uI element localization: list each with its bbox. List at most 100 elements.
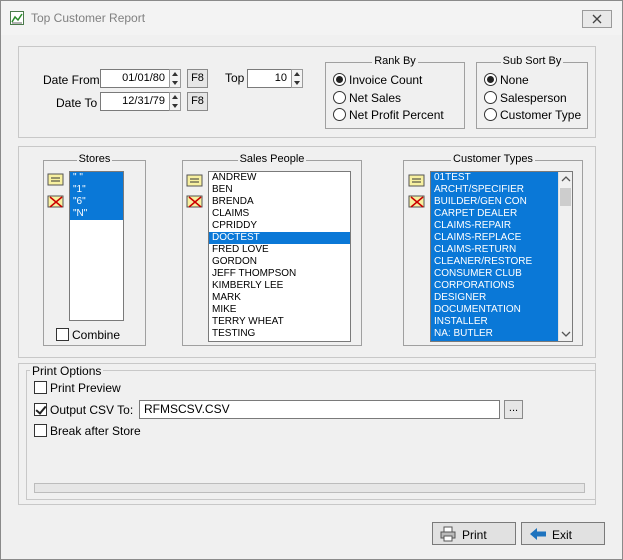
rank-net-sales-radio[interactable] [333, 91, 346, 104]
list-item[interactable]: MARK [209, 292, 350, 304]
customer-types-title: Customer Types [451, 153, 535, 165]
list-item[interactable]: JEFF THOMPSON [209, 268, 350, 280]
sort-salesperson-label[interactable]: Salesperson [500, 91, 567, 105]
scroll-thumb[interactable] [560, 188, 571, 206]
list-item[interactable]: "6" [70, 196, 123, 208]
sort-none-radio[interactable] [484, 73, 497, 86]
list-item[interactable]: CORPORATIONS [431, 280, 572, 292]
rank-invoice-count-label[interactable]: Invoice Count [349, 73, 422, 87]
select-all-icon[interactable] [186, 173, 204, 189]
clear-selection-icon[interactable] [408, 194, 426, 210]
list-item[interactable]: NA: BUTLER [431, 328, 572, 340]
exit-arrow-icon [530, 528, 546, 540]
print-preview-label[interactable]: Print Preview [50, 381, 121, 395]
customer-types-scrollbar[interactable] [558, 172, 572, 341]
sort-customer-type-label[interactable]: Customer Type [500, 108, 581, 122]
stores-selection: " " "1" "6" "N" [70, 172, 123, 220]
stores-title: Stores [76, 153, 113, 165]
output-csv-label[interactable]: Output CSV To: [50, 403, 133, 417]
list-item[interactable]: "1" [70, 184, 123, 196]
print-preview-checkbox[interactable] [34, 381, 47, 394]
list-item[interactable]: " " [70, 172, 123, 184]
spin-down-icon[interactable] [292, 79, 302, 87]
clear-selection-icon[interactable] [47, 194, 65, 210]
list-item[interactable]: CLAIMS-REPLACE [431, 232, 572, 244]
list-item[interactable]: CPRIDDY [209, 220, 350, 232]
report-chart-icon [10, 11, 24, 25]
list-item[interactable]: TESTING [209, 328, 350, 340]
top-label: Top [225, 71, 245, 85]
list-item-selected[interactable]: DOCTEST [209, 232, 350, 244]
rank-net-profit-radio[interactable] [333, 108, 346, 121]
list-item[interactable]: ARCHT/SPECIFIER [431, 184, 572, 196]
list-item[interactable]: FRED LOVE [209, 244, 350, 256]
customer-types-list[interactable]: 01TEST ARCHT/SPECIFIER BUILDER/GEN CON C… [430, 171, 573, 342]
window-title: Top Customer Report [31, 11, 146, 25]
close-button[interactable] [582, 10, 612, 28]
sort-salesperson-radio[interactable] [484, 91, 497, 104]
browse-button[interactable]: ... [504, 400, 523, 419]
list-item[interactable]: GORDON [209, 256, 350, 268]
stores-list[interactable]: " " "1" "6" "N" [69, 171, 124, 321]
list-item[interactable]: CARPET DEALER [431, 208, 572, 220]
list-item[interactable]: BUILDER/GEN CON [431, 196, 572, 208]
spin-up-icon[interactable] [170, 70, 180, 78]
exit-button-label: Exit [552, 528, 573, 542]
list-item[interactable]: ANDREW [209, 172, 350, 184]
break-after-store-label[interactable]: Break after Store [50, 424, 141, 438]
date-to-f8-button[interactable]: F8 [187, 92, 208, 111]
list-item[interactable]: INSTALLER [431, 316, 572, 328]
list-item[interactable]: CLAIMS [209, 208, 350, 220]
list-item[interactable]: TERRY WHEAT [209, 316, 350, 328]
list-item[interactable]: DESIGNER [431, 292, 572, 304]
break-after-store-checkbox[interactable] [34, 424, 47, 437]
list-item[interactable]: DOCUMENTATION [431, 304, 572, 316]
date-to-label: Date To [56, 96, 98, 110]
spin-up-icon[interactable] [292, 70, 302, 78]
list-item[interactable]: CONSUMER CLUB [431, 268, 572, 280]
output-csv-checkbox[interactable] [34, 403, 47, 416]
print-options-title: Print Options [30, 364, 104, 378]
rank-net-sales-label[interactable]: Net Sales [349, 91, 401, 105]
date-from-f8-button[interactable]: F8 [187, 69, 208, 88]
clear-selection-icon[interactable] [186, 194, 204, 210]
date-from-input[interactable]: 01/01/80 [100, 69, 170, 88]
scroll-down-icon[interactable] [561, 330, 571, 338]
select-all-icon[interactable] [408, 173, 426, 189]
list-item[interactable]: 01TEST [431, 172, 572, 184]
spin-down-icon[interactable] [170, 79, 180, 87]
progress-bar [34, 483, 585, 493]
list-item[interactable]: "N" [70, 208, 123, 220]
list-item[interactable]: MIKE [209, 304, 350, 316]
printer-icon [440, 526, 456, 542]
print-button-label: Print [462, 528, 487, 542]
list-item[interactable]: CLEANER/RESTORE [431, 256, 572, 268]
print-button[interactable]: Print [432, 522, 516, 545]
title-bar: Top Customer Report [1, 1, 622, 35]
rank-net-profit-label[interactable]: Net Profit Percent [349, 108, 444, 122]
combine-checkbox[interactable] [56, 328, 69, 341]
top-input[interactable]: 10 [247, 69, 292, 88]
date-to-input[interactable]: 12/31/79 [100, 92, 170, 111]
list-item[interactable]: CLAIMS-REPAIR [431, 220, 572, 232]
date-from-spinner[interactable] [169, 69, 181, 88]
combine-label[interactable]: Combine [72, 328, 120, 342]
select-all-icon[interactable] [47, 172, 65, 188]
list-item[interactable]: BEN [209, 184, 350, 196]
csv-path-input[interactable]: RFMSCSV.CSV [139, 400, 500, 419]
rank-invoice-count-radio[interactable] [333, 73, 346, 86]
date-to-spinner[interactable] [169, 92, 181, 111]
sort-customer-type-radio[interactable] [484, 108, 497, 121]
spin-down-icon[interactable] [170, 102, 180, 110]
list-item[interactable]: KIMBERLY LEE [209, 280, 350, 292]
sales-people-list[interactable]: ANDREW BEN BRENDA CLAIMS CPRIDDY DOCTEST… [208, 171, 351, 342]
rank-by-title: Rank By [372, 55, 418, 67]
exit-button[interactable]: Exit [521, 522, 605, 545]
top-spinner[interactable] [291, 69, 303, 88]
list-item[interactable]: CLAIMS-RETURN [431, 244, 572, 256]
scroll-up-icon[interactable] [561, 175, 571, 183]
sub-sort-title: Sub Sort By [500, 55, 564, 67]
list-item[interactable]: BRENDA [209, 196, 350, 208]
sort-none-label[interactable]: None [500, 73, 529, 87]
spin-up-icon[interactable] [170, 93, 180, 101]
